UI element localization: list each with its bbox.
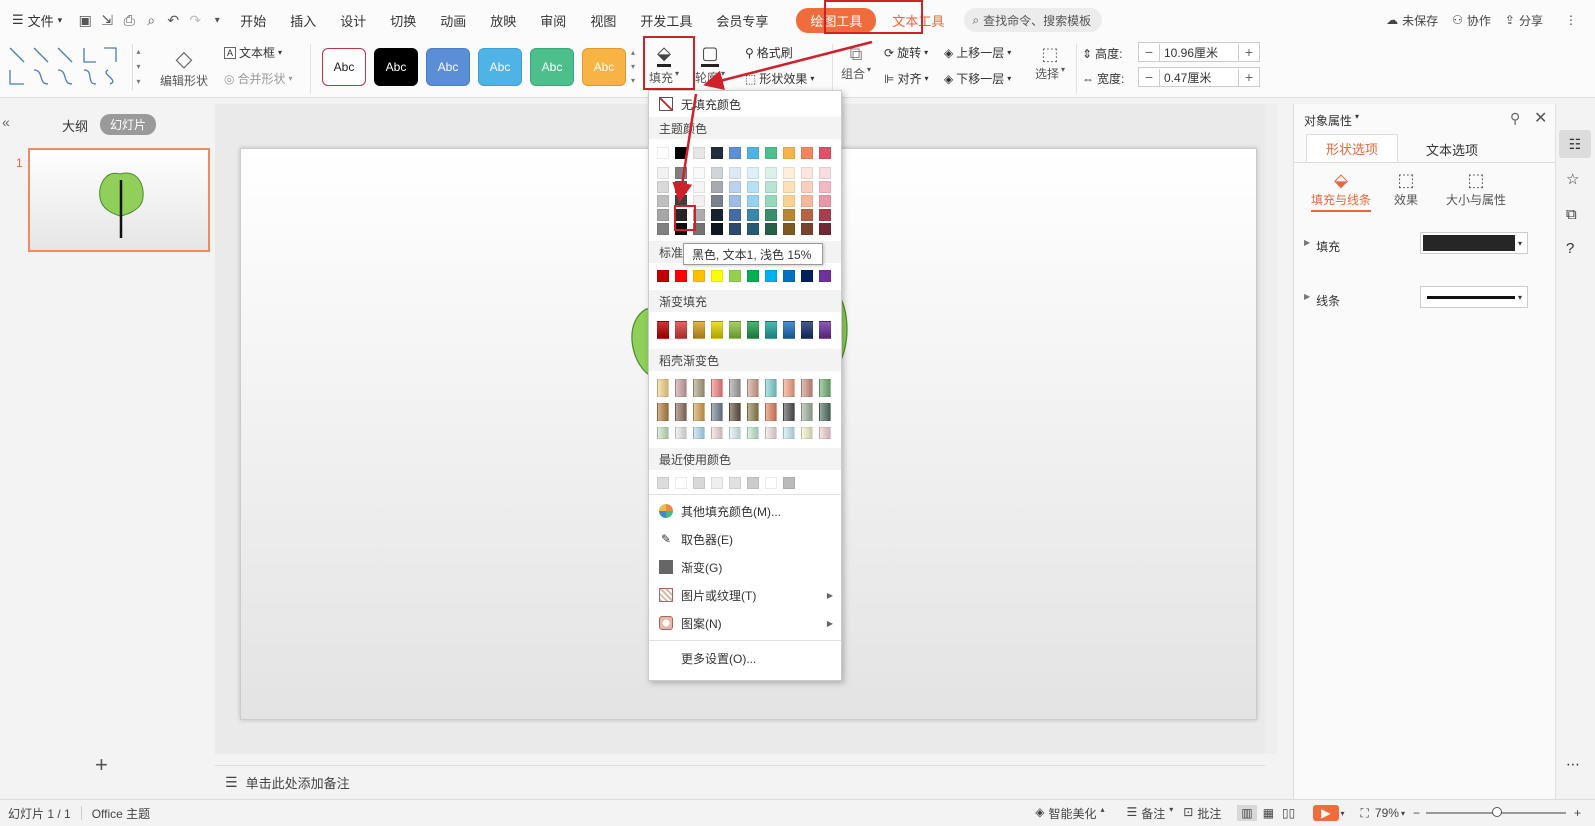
annotation-arrows [672, 40, 873, 203]
arrow-to-fill [703, 40, 873, 90]
arrow-to-swatch [672, 93, 698, 203]
